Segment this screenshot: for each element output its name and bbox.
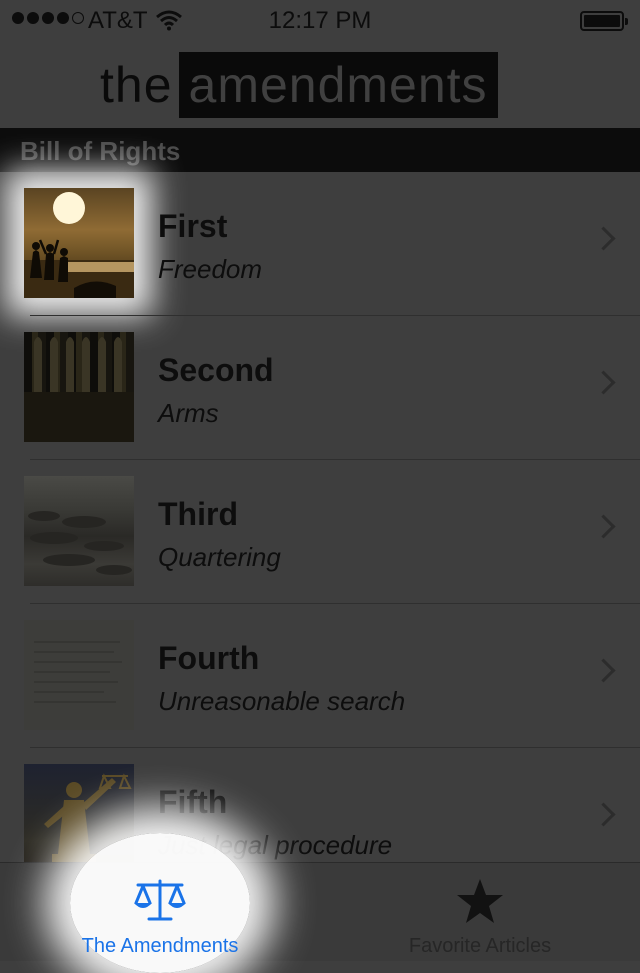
section-header: Bill of Rights <box>0 128 640 172</box>
amendment-subtitle: Freedom <box>158 254 263 284</box>
chevron-right-icon <box>591 514 616 539</box>
freedom-thumbnail <box>24 188 134 298</box>
list-item-first[interactable]: First Freedom <box>0 172 640 316</box>
logo-word-amendments: amendments <box>178 52 498 118</box>
list-item-third[interactable]: Third Quartering <box>0 460 640 604</box>
amendment-subtitle: Quartering <box>158 542 281 572</box>
logo-word-the: the <box>100 57 173 113</box>
chevron-right-icon <box>591 226 616 251</box>
status-time: 12:17 PM <box>268 7 372 34</box>
chevron-right-icon <box>591 658 616 683</box>
amendment-title: First <box>158 208 228 244</box>
amendment-subtitle: Arms <box>158 398 219 428</box>
arms-thumbnail <box>24 332 134 442</box>
status-bar: AT&T 12:17 PM <box>0 0 640 40</box>
tab-label: Favorite Articles <box>408 935 552 957</box>
amendment-title: Fifth <box>158 784 228 820</box>
scales-icon <box>0 877 320 925</box>
battery-icon <box>580 11 628 31</box>
amendment-title: Second <box>158 352 274 388</box>
amendment-list: First Freedom Second Arms Third Quarteri… <box>0 172 640 892</box>
amendment-subtitle: Unreasonable search <box>158 686 406 716</box>
amendment-title: Third <box>158 496 238 532</box>
app-logo: the amendments <box>100 52 498 118</box>
star-icon <box>320 877 640 925</box>
tab-the-amendments[interactable]: The Amendments <box>0 833 320 973</box>
tab-favorite-articles[interactable]: Favorite Articles <box>320 863 640 961</box>
chevron-right-icon <box>591 370 616 395</box>
search-thumbnail <box>24 620 134 730</box>
list-item-second[interactable]: Second Arms <box>0 316 640 460</box>
tab-label: The Amendments <box>81 935 239 957</box>
list-item-fourth[interactable]: Fourth Unreasonable search <box>0 604 640 748</box>
tab-bar: The Amendments Favorite Articles <box>0 833 640 973</box>
quartering-thumbnail <box>24 476 134 586</box>
amendment-title: Fourth <box>158 640 260 676</box>
chevron-right-icon <box>591 802 616 827</box>
